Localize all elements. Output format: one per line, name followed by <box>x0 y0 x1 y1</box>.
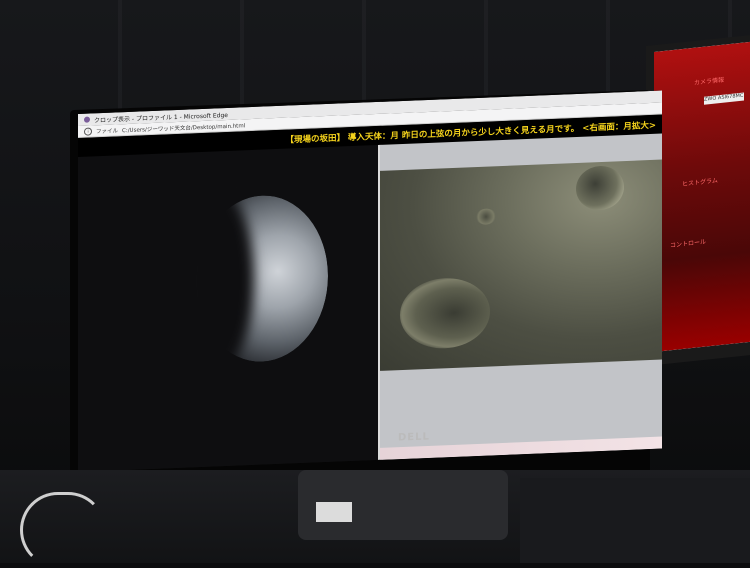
white-cable <box>20 492 106 568</box>
zoomed-moon-view <box>380 133 662 460</box>
main-monitor-screen: クロップ表示 - プロファイル 1 - Microsoft Edge i ファイ… <box>78 90 662 473</box>
lunar-surface-closeup <box>380 159 662 371</box>
side-monitor-panel <box>654 41 750 352</box>
view-panels <box>78 133 662 472</box>
full-moon-view <box>78 144 380 472</box>
info-icon[interactable]: i <box>84 126 92 136</box>
side-monitor-screen: カメラ情報 ZWO ASI678MC ヒストグラム コントロール <box>654 41 750 352</box>
browser-profile-icon <box>84 116 90 123</box>
crater-small <box>476 208 496 226</box>
keyboard <box>520 478 750 563</box>
crater-large <box>576 165 624 211</box>
crater-rim <box>400 276 490 351</box>
stand-sticker <box>316 502 352 522</box>
dell-logo: DELL <box>398 431 430 444</box>
address-label: ファイル <box>96 127 119 135</box>
